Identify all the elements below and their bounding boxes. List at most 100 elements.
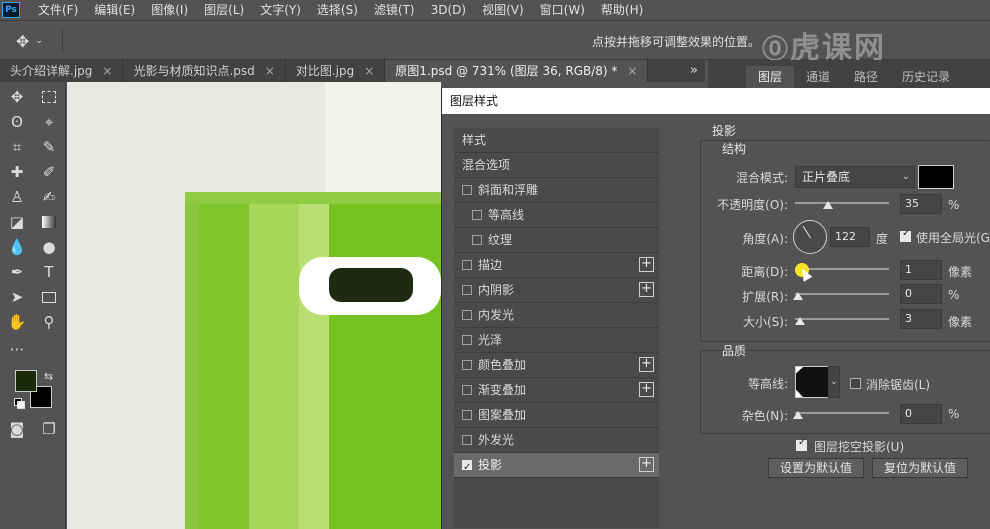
- move-tool-icon[interactable]: ✥: [6, 86, 28, 108]
- style-row-stroke[interactable]: 描边 +: [454, 253, 659, 278]
- use-global-light-checkbox[interactable]: [900, 228, 911, 242]
- clone-stamp-tool-icon[interactable]: ♙: [6, 186, 28, 208]
- close-icon[interactable]: ×: [265, 64, 275, 78]
- close-icon[interactable]: ×: [364, 64, 374, 78]
- style-row-texture[interactable]: 纹理: [454, 228, 659, 253]
- marquee-tool-icon[interactable]: [38, 86, 60, 108]
- tab-overflow-button[interactable]: »: [684, 60, 704, 82]
- move-tool-preset[interactable]: ✥ ⌄: [16, 31, 56, 51]
- style-row-styles[interactable]: 样式: [454, 128, 659, 153]
- opacity-input[interactable]: 35: [900, 194, 942, 214]
- menu-3d[interactable]: 3D(D): [423, 0, 474, 20]
- menu-select[interactable]: 选择(S): [309, 0, 366, 20]
- style-row-pattern-overlay[interactable]: 图案叠加: [454, 403, 659, 428]
- reset-default-button[interactable]: 复位为默认值: [872, 458, 968, 478]
- add-drop-shadow-button[interactable]: +: [639, 457, 654, 472]
- distance-input[interactable]: 1: [900, 260, 942, 280]
- stroke-checkbox[interactable]: [462, 260, 472, 270]
- gradient-overlay-checkbox[interactable]: [462, 385, 472, 395]
- pen-tool-icon[interactable]: ✒: [6, 261, 28, 283]
- close-icon[interactable]: ×: [102, 64, 112, 78]
- noise-slider[interactable]: [795, 412, 889, 414]
- size-slider[interactable]: [795, 318, 889, 320]
- angle-dial[interactable]: [793, 220, 827, 254]
- contour-checkbox[interactable]: [472, 210, 482, 220]
- default-colors-icon[interactable]: [14, 398, 25, 409]
- texture-checkbox[interactable]: [472, 235, 482, 245]
- style-row-inner-glow[interactable]: 内发光: [454, 303, 659, 328]
- hand-tool-icon[interactable]: ✋: [6, 311, 28, 333]
- tab-paths[interactable]: 路径: [842, 66, 890, 88]
- lasso-tool-icon[interactable]: ʘ: [6, 111, 28, 133]
- style-row-gradient-overlay[interactable]: 渐变叠加 +: [454, 378, 659, 403]
- menu-edit[interactable]: 编辑(E): [86, 0, 143, 20]
- style-row-color-overlay[interactable]: 颜色叠加 +: [454, 353, 659, 378]
- pattern-overlay-checkbox[interactable]: [462, 410, 472, 420]
- contour-preview[interactable]: [795, 366, 829, 398]
- color-overlay-checkbox[interactable]: [462, 360, 472, 370]
- history-brush-tool-icon[interactable]: ✍: [38, 186, 60, 208]
- swap-colors-icon[interactable]: ⇆: [44, 370, 53, 383]
- satin-checkbox[interactable]: [462, 335, 472, 345]
- menu-file[interactable]: 文件(F): [30, 0, 86, 20]
- noise-input[interactable]: 0: [900, 404, 942, 424]
- gradient-tool-icon[interactable]: [38, 211, 60, 233]
- path-select-tool-icon[interactable]: ➤: [6, 286, 28, 308]
- distance-slider[interactable]: [795, 268, 889, 270]
- inner-shadow-checkbox[interactable]: [462, 285, 472, 295]
- spread-input[interactable]: 0: [900, 284, 942, 304]
- quick-mask-icon[interactable]: ◙: [6, 418, 28, 440]
- shadow-color-swatch[interactable]: [918, 165, 954, 189]
- more-tools-icon[interactable]: ⋯: [6, 338, 28, 360]
- crop-tool-icon[interactable]: ⌗: [6, 136, 28, 158]
- noise-slider-handle[interactable]: [793, 411, 803, 419]
- close-icon[interactable]: ×: [627, 64, 637, 78]
- menu-filter[interactable]: 滤镜(T): [366, 0, 423, 20]
- blur-tool-icon[interactable]: 💧: [6, 236, 28, 258]
- add-inner-shadow-button[interactable]: +: [639, 282, 654, 297]
- tab-doc-4-active[interactable]: 原图1.psd @ 731% (图层 36, RGB/8) * ×: [385, 60, 649, 82]
- angle-input[interactable]: 122: [830, 227, 870, 247]
- style-row-inner-shadow[interactable]: 内阴影 +: [454, 278, 659, 303]
- tab-doc-1[interactable]: 头介绍详解.jpg ×: [0, 60, 124, 82]
- menu-layer[interactable]: 图层(L): [196, 0, 252, 20]
- anti-aliased-checkbox[interactable]: [850, 378, 861, 389]
- inner-glow-checkbox[interactable]: [462, 310, 472, 320]
- document-canvas[interactable]: [67, 82, 441, 529]
- zoom-tool-icon[interactable]: ⚲: [38, 311, 60, 333]
- outer-glow-checkbox[interactable]: [462, 435, 472, 445]
- menu-image[interactable]: 图像(I): [143, 0, 196, 20]
- brush-tool-icon[interactable]: ✐: [38, 161, 60, 183]
- screen-mode-icon[interactable]: ❐: [38, 418, 60, 440]
- menu-view[interactable]: 视图(V): [474, 0, 532, 20]
- layer-knocks-out-checkbox[interactable]: [796, 437, 807, 451]
- menu-help[interactable]: 帮助(H): [593, 0, 651, 20]
- foreground-color-swatch[interactable]: [15, 370, 37, 392]
- style-row-bevel-emboss[interactable]: 斜面和浮雕: [454, 178, 659, 203]
- quick-select-tool-icon[interactable]: ⌖: [38, 111, 60, 133]
- style-row-blending-options[interactable]: 混合选项: [454, 153, 659, 178]
- eyedropper-tool-icon[interactable]: ✎: [38, 136, 60, 158]
- style-row-satin[interactable]: 光泽: [454, 328, 659, 353]
- spread-slider-handle[interactable]: [793, 292, 803, 300]
- style-row-contour[interactable]: 等高线: [454, 203, 659, 228]
- spread-slider[interactable]: [795, 293, 889, 295]
- tab-doc-2[interactable]: 光影与材质知识点.psd ×: [123, 60, 286, 82]
- tab-doc-3[interactable]: 对比图.jpg ×: [285, 60, 386, 82]
- tab-layers[interactable]: 图层: [746, 66, 795, 88]
- dodge-tool-icon[interactable]: ●: [38, 236, 60, 258]
- blend-mode-select[interactable]: 正片叠底 ⌄: [795, 166, 915, 188]
- menu-window[interactable]: 窗口(W): [532, 0, 593, 20]
- eraser-tool-icon[interactable]: ◪: [6, 211, 28, 233]
- menu-type[interactable]: 文字(Y): [252, 0, 309, 20]
- opacity-slider-handle[interactable]: [822, 201, 833, 209]
- tab-channels[interactable]: 通道: [794, 66, 842, 88]
- opacity-slider[interactable]: [795, 202, 889, 204]
- style-row-outer-glow[interactable]: 外发光: [454, 428, 659, 453]
- tab-history[interactable]: 历史记录: [890, 66, 962, 88]
- healing-brush-tool-icon[interactable]: ✚: [6, 161, 28, 183]
- make-default-button[interactable]: 设置为默认值: [768, 458, 864, 478]
- type-tool-icon[interactable]: T: [38, 261, 60, 283]
- bevel-emboss-checkbox[interactable]: [462, 185, 472, 195]
- add-gradient-overlay-button[interactable]: +: [639, 382, 654, 397]
